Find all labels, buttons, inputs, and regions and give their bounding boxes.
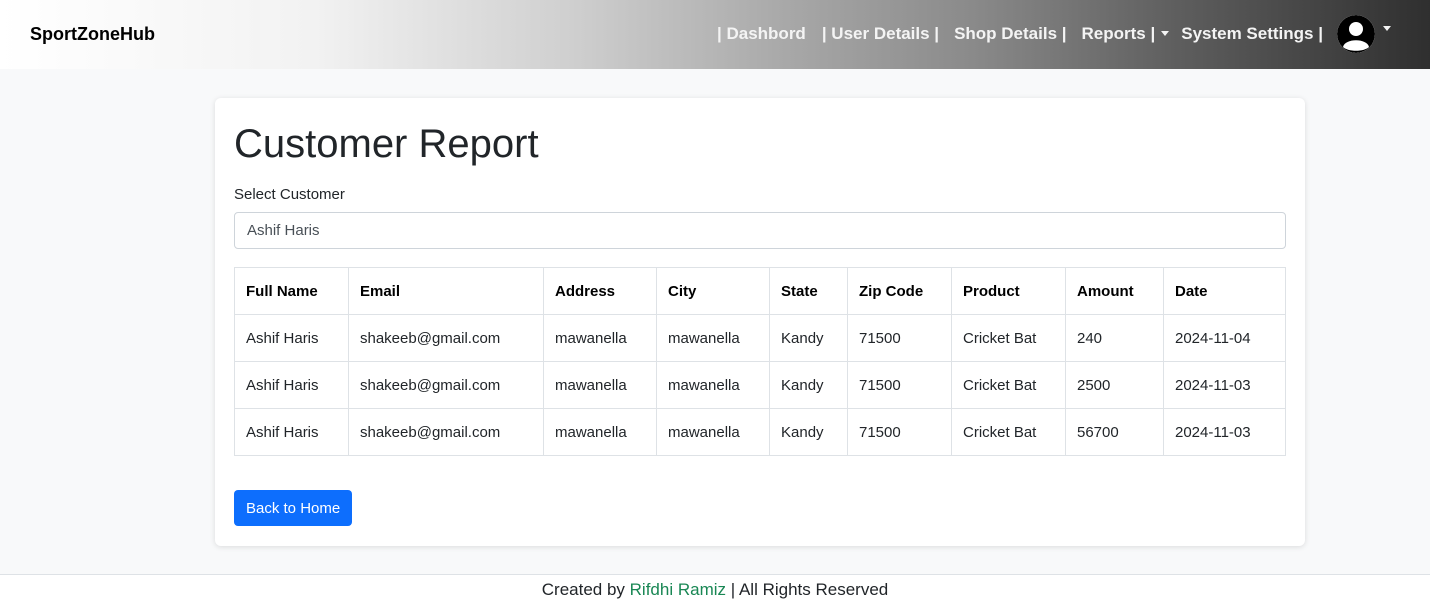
- cell-email: shakeeb@gmail.com: [348, 408, 544, 456]
- cell-state: Kandy: [769, 361, 848, 409]
- cell-state: Kandy: [769, 408, 848, 456]
- cell-amount: 56700: [1065, 408, 1164, 456]
- cell-state: Kandy: [769, 314, 848, 362]
- column-header-city: City: [656, 267, 770, 315]
- cell-email: shakeeb@gmail.com: [348, 314, 544, 362]
- column-header-product: Product: [951, 267, 1066, 315]
- cell-full-name: Ashif Haris: [234, 408, 349, 456]
- cell-zip-code: 71500: [847, 314, 952, 362]
- cell-email: shakeeb@gmail.com: [348, 361, 544, 409]
- caret-down-icon[interactable]: [1383, 25, 1391, 31]
- nav-link-user-details[interactable]: | User Details |: [822, 24, 939, 44]
- table-row: Ashif Haris shakeeb@gmail.com mawanella …: [234, 408, 1286, 456]
- cell-city: mawanella: [656, 361, 770, 409]
- nav-link-dashboard[interactable]: | Dashbord: [717, 24, 806, 44]
- column-header-zip-code: Zip Code: [847, 267, 952, 315]
- table-row: Ashif Haris shakeeb@gmail.com mawanella …: [234, 314, 1286, 362]
- cell-address: mawanella: [543, 408, 657, 456]
- column-header-full-name: Full Name: [234, 267, 349, 315]
- cell-product: Cricket Bat: [951, 408, 1066, 456]
- cell-product: Cricket Bat: [951, 314, 1066, 362]
- cell-address: mawanella: [543, 361, 657, 409]
- nav-link-reports[interactable]: Reports |: [1082, 24, 1156, 44]
- report-card: Customer Report Select Customer Ashif Ha…: [215, 98, 1305, 546]
- column-header-amount: Amount: [1065, 267, 1164, 315]
- cell-zip-code: 71500: [847, 408, 952, 456]
- brand-logo[interactable]: SportZoneHub: [30, 24, 155, 45]
- footer-prefix: Created by: [541, 580, 625, 599]
- column-header-date: Date: [1163, 267, 1286, 315]
- footer-author-link[interactable]: Rifdhi Ramiz: [630, 580, 726, 599]
- nav-link-shop-details[interactable]: Shop Details |: [954, 24, 1066, 44]
- footer-suffix: | All Rights Reserved: [730, 580, 889, 599]
- page-footer: Created by Rifdhi Ramiz | All Rights Res…: [0, 574, 1430, 603]
- customer-select[interactable]: Ashif Haris: [234, 212, 1286, 249]
- back-to-home-button[interactable]: Back to Home: [234, 490, 353, 526]
- nav-links: | Dashbord | User Details | Shop Details…: [717, 24, 1323, 44]
- column-header-address: Address: [543, 267, 657, 315]
- user-menu-toggle[interactable]: [1337, 15, 1391, 53]
- table-header-row: Full Name Email Address City State Zip C…: [234, 267, 1286, 315]
- top-navbar: SportZoneHub | Dashbord | User Details |…: [0, 0, 1430, 69]
- cell-city: mawanella: [656, 408, 770, 456]
- cell-amount: 2500: [1065, 361, 1164, 409]
- column-header-email: Email: [348, 267, 544, 315]
- reports-caret-down-icon[interactable]: [1161, 30, 1170, 36]
- nav-link-system-settings[interactable]: System Settings |: [1181, 24, 1323, 44]
- cell-address: mawanella: [543, 314, 657, 362]
- cell-full-name: Ashif Haris: [234, 361, 349, 409]
- column-header-state: State: [769, 267, 848, 315]
- cell-date: 2024-11-04: [1163, 314, 1286, 362]
- cell-product: Cricket Bat: [951, 361, 1066, 409]
- page-title: Customer Report: [234, 122, 539, 166]
- table-row: Ashif Haris shakeeb@gmail.com mawanella …: [234, 361, 1286, 409]
- cell-city: mawanella: [656, 314, 770, 362]
- user-avatar-icon[interactable]: [1337, 15, 1375, 53]
- cell-date: 2024-11-03: [1163, 361, 1286, 409]
- customer-report-table: Full Name Email Address City State Zip C…: [234, 267, 1286, 456]
- cell-date: 2024-11-03: [1163, 408, 1286, 456]
- cell-amount: 240: [1065, 314, 1164, 362]
- cell-zip-code: 71500: [847, 361, 952, 409]
- select-customer-label: Select Customer: [234, 186, 345, 203]
- cell-full-name: Ashif Haris: [234, 314, 349, 362]
